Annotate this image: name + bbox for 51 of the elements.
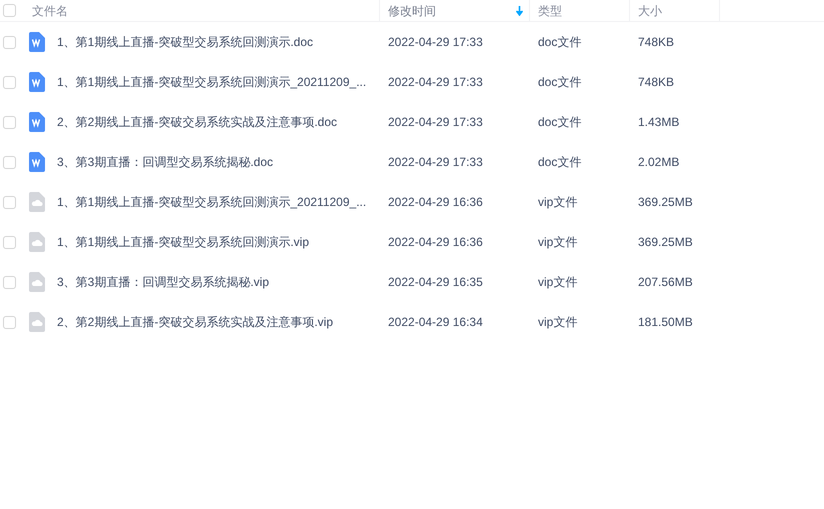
checkbox[interactable] bbox=[3, 4, 16, 17]
cloud-file-icon bbox=[29, 312, 45, 332]
checkbox[interactable] bbox=[3, 276, 16, 288]
file-name[interactable]: 1、第1期线上直播-突破型交易系统回测演示_20211209_... bbox=[57, 193, 366, 211]
word-document-icon bbox=[29, 112, 45, 132]
modified-time: 2022-04-29 16:35 bbox=[387, 274, 484, 291]
file-name[interactable]: 2、第2期线上直播-突破交易系统实战及注意事项.doc bbox=[57, 113, 338, 131]
checkbox[interactable] bbox=[3, 196, 16, 208]
modified-time: 2022-04-29 17:33 bbox=[387, 74, 484, 91]
file-name[interactable]: 2、第2期线上直播-突破交易系统实战及注意事项.vip bbox=[57, 313, 334, 331]
column-header[interactable]: 修改时间 bbox=[388, 2, 436, 20]
file-type: vip文件 bbox=[537, 194, 578, 211]
cloud-file-icon bbox=[29, 232, 45, 252]
file-size: 181.50MB bbox=[637, 314, 694, 331]
file-type: vip文件 bbox=[537, 274, 578, 291]
cloud-file-icon bbox=[29, 272, 45, 292]
file-type: doc文件 bbox=[537, 114, 582, 131]
checkbox[interactable] bbox=[3, 116, 16, 128]
file-name[interactable]: 1、第1期线上直播-突破型交易系统回测演示.doc bbox=[57, 33, 314, 51]
checkbox[interactable] bbox=[3, 236, 16, 248]
checkbox[interactable] bbox=[3, 76, 16, 88]
file-type: doc文件 bbox=[537, 34, 582, 51]
file-type: doc文件 bbox=[537, 154, 582, 171]
modified-time: 2022-04-29 17:33 bbox=[387, 154, 484, 171]
file-size: 748KB bbox=[637, 34, 676, 51]
file-size: 369.25MB bbox=[637, 194, 694, 211]
word-document-icon bbox=[29, 72, 45, 92]
file-size: 369.25MB bbox=[637, 234, 694, 251]
checkbox[interactable] bbox=[3, 156, 16, 168]
file-name[interactable]: 1、第1期线上直播-突破型交易系统回测演示_20211209_... bbox=[57, 73, 366, 91]
modified-time: 2022-04-29 17:33 bbox=[387, 34, 484, 51]
modified-time: 2022-04-29 17:33 bbox=[387, 114, 484, 131]
file-name[interactable]: 1、第1期线上直播-突破型交易系统回测演示.vip bbox=[57, 233, 310, 251]
checkbox[interactable] bbox=[3, 316, 16, 328]
file-name[interactable]: 3、第3期直播：回调型交易系统揭秘.doc bbox=[57, 153, 274, 171]
modified-time: 2022-04-29 16:36 bbox=[387, 194, 484, 211]
modified-time: 2022-04-29 16:36 bbox=[387, 234, 484, 251]
file-size: 748KB bbox=[637, 74, 676, 91]
file-type: vip文件 bbox=[537, 234, 578, 251]
file-size: 207.56MB bbox=[637, 274, 694, 291]
file-name[interactable]: 3、第3期直播：回调型交易系统揭秘.vip bbox=[57, 273, 270, 291]
checkbox[interactable] bbox=[3, 36, 16, 48]
file-size: 1.43MB bbox=[637, 114, 680, 131]
modified-time: 2022-04-29 16:34 bbox=[387, 314, 484, 331]
word-document-icon bbox=[29, 152, 45, 172]
cloud-file-icon bbox=[29, 192, 45, 212]
sort-down-arrow-icon[interactable] bbox=[516, 6, 523, 16]
file-type: vip文件 bbox=[537, 314, 578, 331]
file-type: doc文件 bbox=[537, 74, 582, 91]
file-size: 2.02MB bbox=[637, 154, 680, 171]
word-document-icon bbox=[29, 32, 45, 52]
